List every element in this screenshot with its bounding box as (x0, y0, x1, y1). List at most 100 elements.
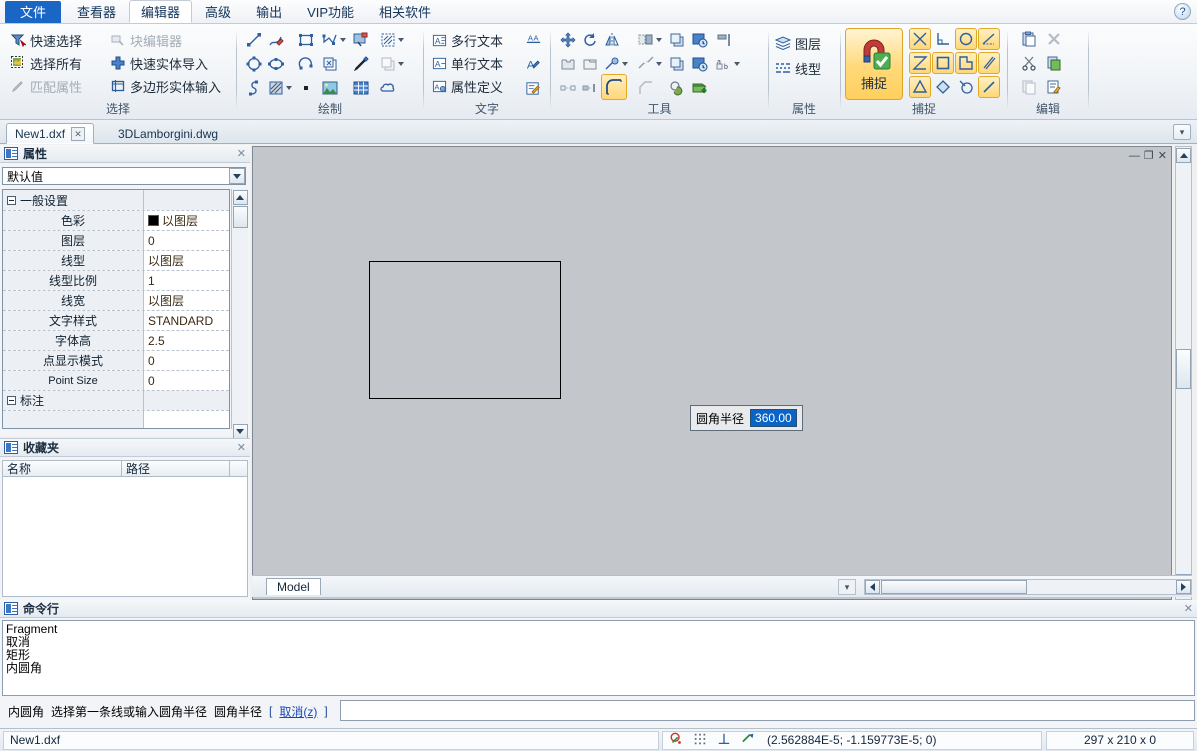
property-value[interactable]: STANDARD (143, 311, 229, 330)
properties-selector-combo[interactable]: 默认值 (2, 167, 246, 185)
fillet-radius-input[interactable]: 360.00 (750, 409, 797, 427)
snap-node-button[interactable] (955, 52, 977, 74)
fillet-button[interactable] (601, 74, 627, 100)
snap-tangent-button[interactable] (955, 76, 977, 98)
paste-special-button[interactable] (1043, 52, 1065, 74)
snap-apparent-button[interactable] (909, 52, 931, 74)
document-tab-overflow-icon[interactable]: ▾ (1173, 124, 1191, 140)
offset-rotate-button[interactable] (689, 53, 711, 75)
property-value[interactable]: 0 (143, 231, 229, 250)
property-value[interactable]: 以图层 (143, 211, 229, 230)
break-at-point-button[interactable] (557, 77, 579, 99)
drawing-canvas[interactable]: — ❐ ✕ 圆角半径 360.00 (252, 146, 1172, 600)
arc-button[interactable] (295, 53, 317, 75)
trim-button[interactable] (635, 29, 657, 51)
property-value[interactable]: 以图层 (143, 291, 229, 310)
explode-dropdown-caret[interactable] (621, 53, 628, 75)
hatch-dropdown-caret[interactable] (285, 77, 292, 99)
image-button[interactable] (319, 77, 341, 99)
quick-entity-import-button[interactable]: 快速实体导入 (110, 52, 208, 74)
curve-button[interactable] (243, 77, 265, 99)
text-edit-button[interactable] (522, 77, 544, 99)
line-button[interactable] (243, 29, 265, 51)
clear-format-button[interactable] (1043, 76, 1065, 98)
property-row-text-style[interactable]: 文字样式 STANDARD (3, 310, 229, 330)
delete-button[interactable] (1043, 28, 1065, 50)
menu-tab-related-software[interactable]: 相关软件 (367, 1, 443, 23)
close-icon[interactable]: ✕ (71, 126, 86, 141)
properties-panel-close-icon[interactable]: ✕ (237, 147, 246, 160)
copy-clip-button[interactable] (1018, 76, 1040, 98)
command-history-output[interactable]: Fragment 取消 矩形 内圆角 (2, 620, 1195, 696)
property-group-general[interactable]: 一般设置 (3, 190, 229, 210)
trim-dropdown-caret[interactable] (655, 29, 662, 51)
quick-select-button[interactable]: 快速选择 (10, 29, 82, 51)
point-button[interactable] (295, 77, 317, 99)
properties-scrollbar[interactable] (231, 189, 248, 439)
circle-button[interactable] (243, 53, 265, 75)
snap-midpoint-button[interactable] (932, 52, 954, 74)
copy-shape-dropdown-caret[interactable] (397, 53, 404, 75)
ellipse-button[interactable] (265, 53, 287, 75)
property-row-color[interactable]: 色彩 以图层 (3, 210, 229, 230)
property-row-layer[interactable]: 图层 0 (3, 230, 229, 250)
polyline-button[interactable] (265, 29, 287, 51)
layout-button[interactable]: a b (713, 53, 735, 75)
menu-tab-advanced[interactable]: 高级 (193, 1, 243, 23)
snap-triangle-button[interactable] (909, 76, 931, 98)
scroll-thumb[interactable] (232, 206, 248, 228)
drawing-rectangle[interactable] (369, 261, 561, 399)
text-style-button[interactable]: A (522, 53, 544, 75)
snap-intersection-button[interactable] (909, 28, 931, 50)
menu-tab-file[interactable]: 文件 (5, 1, 62, 23)
snap-parallel-button[interactable] (978, 52, 1000, 74)
break-dropdown-caret[interactable] (655, 53, 662, 75)
property-value[interactable]: 0 (143, 371, 229, 390)
scale-rotate-button[interactable] (689, 29, 711, 51)
snap-center-button[interactable] (955, 28, 977, 50)
text-align-button[interactable]: A A (522, 29, 544, 51)
block-button[interactable] (319, 53, 341, 75)
move-button[interactable] (557, 29, 579, 51)
spline-button[interactable] (319, 29, 341, 51)
property-row-lineweight[interactable]: 线宽 以图层 (3, 290, 229, 310)
collapse-icon[interactable] (7, 396, 16, 405)
property-row-linetype-scale[interactable]: 线型比例 1 (3, 270, 229, 290)
chamfer-button[interactable] (635, 77, 657, 99)
ortho-icon[interactable] (717, 732, 731, 749)
menu-tab-viewer[interactable]: 查看器 (65, 1, 128, 23)
layout-dropdown-caret[interactable] (733, 53, 740, 75)
command-option-cancel[interactable]: 取消(z) (279, 703, 317, 720)
canvas-hscroll-thumb[interactable] (881, 580, 1027, 594)
snap-quadrant-button[interactable] (932, 76, 954, 98)
snap-osnap-icon[interactable] (669, 732, 683, 749)
cut-button[interactable] (1018, 52, 1040, 74)
copy-button[interactable] (666, 29, 688, 51)
command-input-field[interactable] (340, 700, 1195, 721)
paste-button[interactable] (1018, 28, 1040, 50)
snap-angle-button[interactable] (978, 28, 1000, 50)
document-tab-new1[interactable]: New1.dxf ✕ (6, 123, 95, 144)
property-row-font-height[interactable]: 字体高 2.5 (3, 330, 229, 350)
revision-cloud-button[interactable] (377, 77, 399, 99)
explode-button[interactable] (601, 53, 623, 75)
extend-button[interactable] (557, 53, 579, 75)
spline-dropdown-caret[interactable] (339, 29, 346, 51)
text-button[interactable]: A 单行文本 (432, 52, 503, 74)
break-button[interactable] (635, 53, 657, 75)
add-library-button[interactable] (689, 77, 711, 99)
fillet-radius-dialog[interactable]: 圆角半径 360.00 (690, 405, 803, 431)
document-tab-lamborgini[interactable]: 3DLamborgini.dwg (110, 123, 226, 144)
property-value[interactable]: 以图层 (143, 251, 229, 270)
hatch-boundary-dropdown-caret[interactable] (397, 29, 404, 51)
layers-button[interactable]: 图层 (775, 32, 821, 54)
canvas-vertical-scrollbar[interactable] (1175, 146, 1192, 600)
snap-toggle-button[interactable]: 捕捉 (845, 28, 903, 100)
hatch-boundary-button[interactable] (377, 29, 399, 51)
canvas-scroll-left-button[interactable] (865, 580, 880, 594)
brush-button[interactable] (350, 53, 372, 75)
linetype-button[interactable]: 线型 (775, 57, 821, 79)
hatch-button[interactable] (265, 77, 287, 99)
command-line-close-icon[interactable]: ✕ (1184, 602, 1193, 615)
scroll-down-button[interactable] (232, 424, 248, 439)
